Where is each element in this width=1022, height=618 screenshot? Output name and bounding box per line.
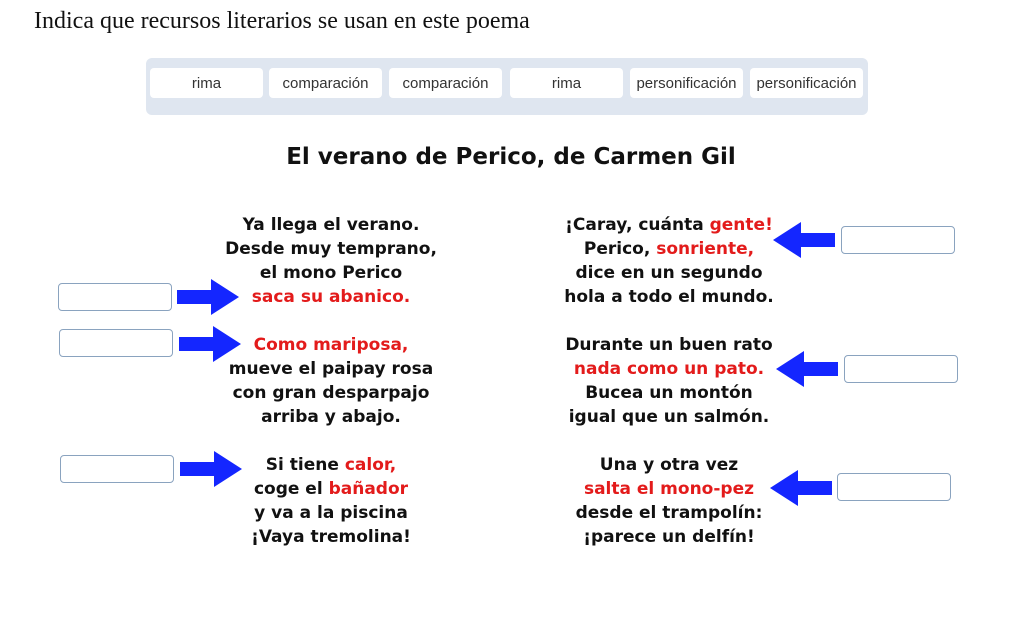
answer-box-1[interactable] xyxy=(58,283,172,311)
poem-text: Perico, xyxy=(583,239,657,259)
word-chip-personificacion-2[interactable]: personificación xyxy=(750,68,863,98)
arrow-right-icon xyxy=(179,326,241,362)
poem-text: arriba y abajo. xyxy=(261,407,401,427)
poem-line: Desde muy temprano, xyxy=(181,237,481,261)
answer-box-6[interactable] xyxy=(837,473,951,501)
poem-line: con gran desparpajo xyxy=(181,381,481,405)
poem-text: coge el xyxy=(253,479,329,499)
highlighted-phrase: salta el mono-pez xyxy=(583,479,755,499)
poem-text: con gran desparpajo xyxy=(232,383,430,403)
poem-line: arriba y abajo. xyxy=(181,405,481,429)
word-chip-rima-1[interactable]: rima xyxy=(150,68,263,98)
poem-line: y va a la piscina xyxy=(181,501,481,525)
poem-text: Si tiene xyxy=(265,455,345,475)
arrow-right-icon xyxy=(180,451,242,487)
word-chip-comparacion-1[interactable]: comparación xyxy=(269,68,382,98)
highlighted-phrase: sonriente, xyxy=(656,239,755,259)
word-chip-rima-2[interactable]: rima xyxy=(510,68,623,98)
poem-line: Ya llega el verano. xyxy=(181,213,481,237)
word-chip-comparacion-2[interactable]: comparación xyxy=(389,68,502,98)
poem-line: Bucea un montón xyxy=(519,381,819,405)
poem-text: ¡Vaya tremolina! xyxy=(251,527,411,547)
highlighted-phrase: bañador xyxy=(328,479,409,499)
poem-text: hola a todo el mundo. xyxy=(564,287,774,307)
answer-box-2[interactable] xyxy=(59,329,173,357)
word-bank: rima comparación comparación rima person… xyxy=(146,58,868,115)
highlighted-phrase: Como mariposa, xyxy=(253,335,409,355)
poem-text: igual que un salmón. xyxy=(568,407,770,427)
poem-text: ¡Caray, cuánta xyxy=(565,215,710,235)
poem-text: y va a la piscina xyxy=(254,503,408,523)
poem-line: igual que un salmón. xyxy=(519,405,819,429)
word-chip-personificacion-1[interactable]: personificación xyxy=(630,68,743,98)
poem-line: Durante un buen rato xyxy=(519,333,819,357)
arrow-left-icon xyxy=(776,351,838,387)
answer-box-5[interactable] xyxy=(844,355,958,383)
poem-line: ¡Vaya tremolina! xyxy=(181,525,481,549)
poem-text: Desde muy temprano, xyxy=(225,239,437,259)
poem-text: Bucea un montón xyxy=(585,383,753,403)
poem-text: ¡parece un delfín! xyxy=(583,527,755,547)
poem-text: Durante un buen rato xyxy=(565,335,773,355)
poem-text: Una y otra vez xyxy=(599,455,739,475)
poem-line: hola a todo el mundo. xyxy=(519,285,819,309)
highlighted-phrase: calor, xyxy=(344,455,397,475)
poem-text: el mono Perico xyxy=(259,263,403,283)
arrow-right-icon xyxy=(177,279,239,315)
highlighted-phrase: saca su abanico. xyxy=(251,287,411,307)
arrow-left-icon xyxy=(770,470,832,506)
poem-text: desde el trampolín: xyxy=(575,503,763,523)
answer-box-4[interactable] xyxy=(841,226,955,254)
poem-line: ¡parece un delfín! xyxy=(519,525,819,549)
highlighted-phrase: gente! xyxy=(709,215,773,235)
poem-title: El verano de Perico, de Carmen Gil xyxy=(286,144,736,170)
poem-line: dice en un segundo xyxy=(519,261,819,285)
poem-text: Ya llega el verano. xyxy=(242,215,420,235)
stanza-5: Durante un buen rato nada como un pato. Bu… xyxy=(519,333,819,429)
highlighted-phrase: nada como un pato. xyxy=(573,359,765,379)
answer-box-3[interactable] xyxy=(60,455,174,483)
poem-line: nada como un pato. xyxy=(519,357,819,381)
poem-text: dice en un segundo xyxy=(575,263,763,283)
poem-text: mueve el paipay rosa xyxy=(228,359,434,379)
instruction-text: Indica que recursos literarios se usan e… xyxy=(34,8,530,34)
arrow-left-icon xyxy=(773,222,835,258)
